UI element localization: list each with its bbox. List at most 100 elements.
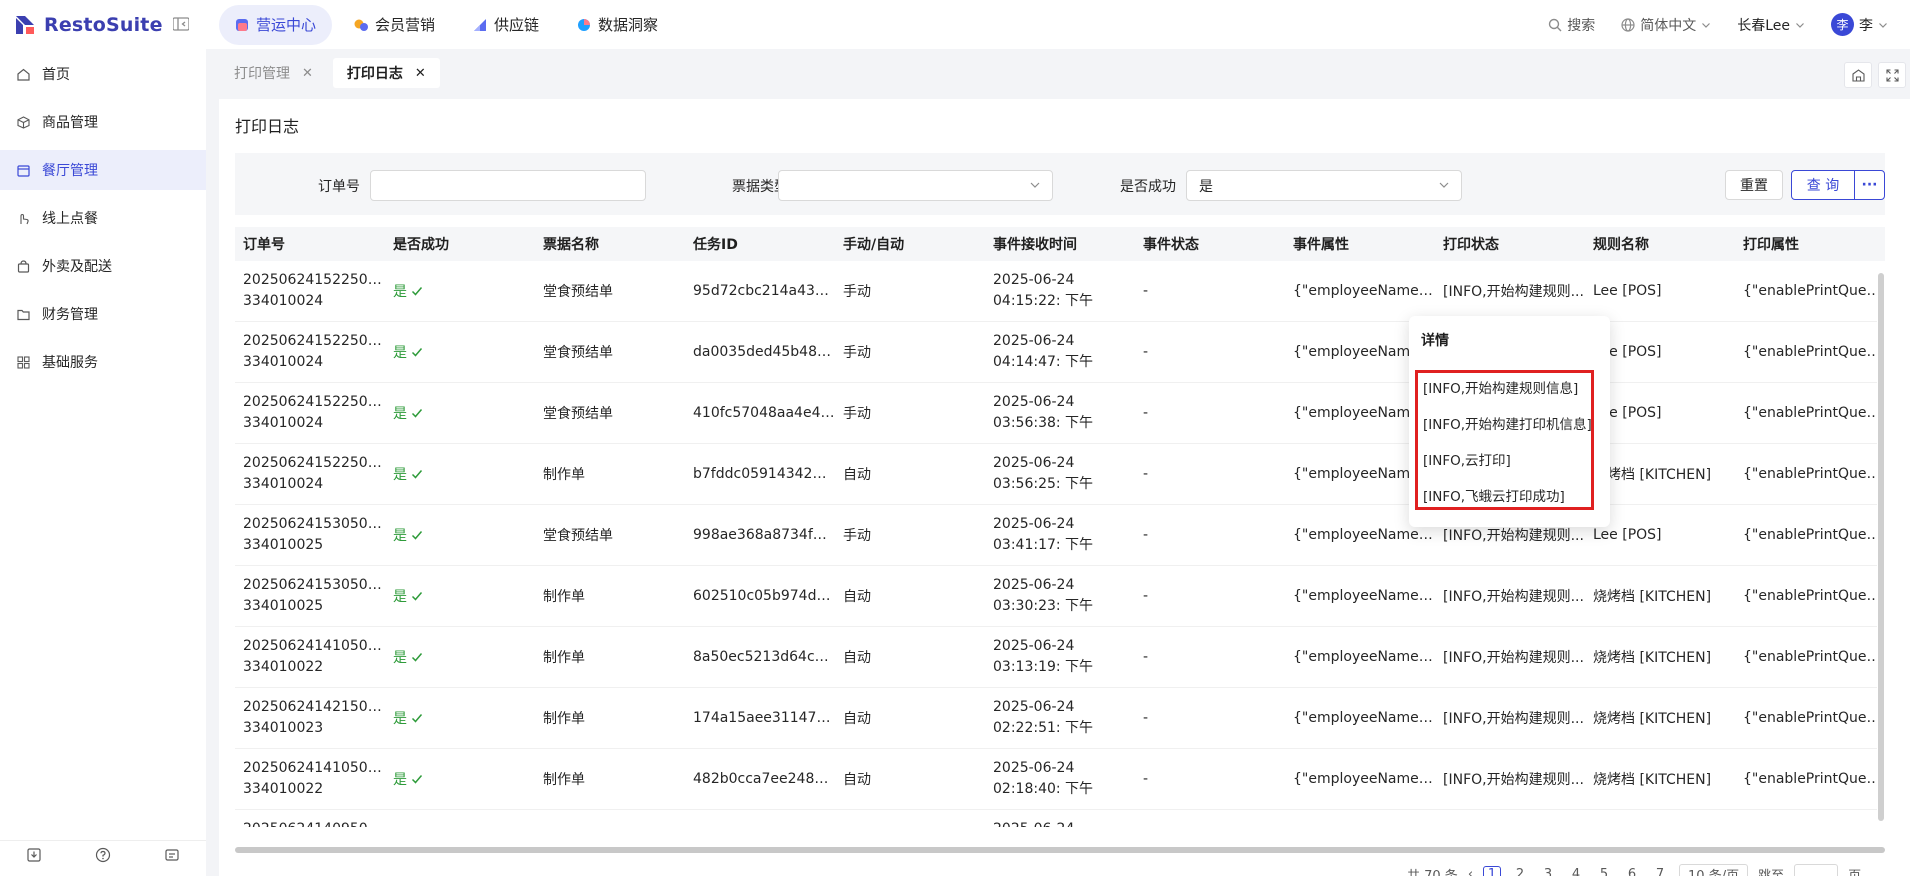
table-row[interactable]: 20250624141050576 334010022 是 制作单 482b0cca7… [235, 749, 1885, 810]
brand-name: RestoSuite [44, 13, 163, 36]
table-cell[interactable]: [INFO,开始构建规则... [1435, 586, 1585, 606]
success-text: 是 [393, 528, 407, 544]
table-cell: 是 [385, 769, 535, 789]
more-button[interactable]: ··· [1854, 170, 1885, 200]
member-icon [354, 19, 369, 31]
table-row[interactable]: 20250624141050576 334010022 是 制作单 8a50ec521… [235, 627, 1885, 688]
page-number[interactable]: 6 [1623, 867, 1641, 876]
popover-line: [INFO,飞蛾云打印成功] [1423, 489, 1565, 505]
menu-collapse-icon[interactable] [173, 17, 189, 31]
table-cell: 2025-06-24 03:30:23: 下午 [993, 577, 1094, 614]
close-icon[interactable]: ✕ [415, 66, 426, 81]
tab-label: 打印日志 [346, 66, 403, 82]
table-cell: 手动 [843, 406, 871, 422]
check-icon [411, 287, 423, 296]
table-cell[interactable]: [INFO,开始构建规则... [1435, 647, 1585, 667]
table-cell: - [1143, 771, 1149, 787]
table-cell: 20250624152250576 334010024 [243, 272, 385, 309]
page-number[interactable]: 2 [1511, 867, 1529, 876]
page-number[interactable]: 5 [1595, 867, 1613, 876]
table-cell: 2025-06-24 04:14:47: 下午 [993, 333, 1094, 370]
close-icon[interactable]: ✕ [302, 66, 313, 81]
table-cell: {"enablePrintQueue... [1743, 466, 1885, 482]
sidebar-item-finance[interactable]: 财务管理 [0, 294, 206, 334]
table-cell: - [1143, 649, 1149, 665]
table-cell[interactable]: [INFO,开始构建规则... [1435, 769, 1585, 789]
tab-tools [1844, 62, 1906, 88]
table-row[interactable]: 20250624152250576 334010024 是 堂食预结单 410fc57… [235, 383, 1885, 444]
table-cell[interactable]: [INFO,开始构建规则... [1435, 525, 1585, 545]
table-cell: 自动 [843, 772, 871, 788]
language-select[interactable]: 简体中文 [1621, 15, 1711, 35]
column-header: 打印状态 [1443, 237, 1499, 253]
horizontal-scrollbar[interactable] [235, 847, 1885, 853]
home-shortcut-button[interactable] [1844, 62, 1872, 88]
store-select[interactable]: 长春Lee [1737, 15, 1805, 35]
help-icon[interactable] [95, 847, 111, 863]
table-cell: {"employeeName":"... [1293, 588, 1435, 604]
check-icon [411, 653, 423, 662]
sidebar-item-online-order[interactable]: 线上点餐 [0, 198, 206, 238]
order-input[interactable] [370, 170, 646, 201]
table-cell[interactable]: [INFO,开始构建规则... [1435, 708, 1585, 728]
table-cell: - [1143, 710, 1149, 726]
sidebar-item-goods[interactable]: 商品管理 [0, 102, 206, 142]
sidebar-item-home[interactable]: 首页 [0, 54, 206, 94]
module-tab-member[interactable]: 会员营销 [338, 5, 451, 45]
table-row[interactable]: 20250624140950576 334010021是堂食客用结账单82b0f… [235, 810, 1885, 827]
ticket-type-select[interactable] [778, 170, 1053, 201]
table-cell: 自动 [843, 467, 871, 483]
page-size-select[interactable]: 10 条/页 [1679, 864, 1749, 876]
table-cell: 410fc57048aa4e449... [693, 405, 835, 421]
module-tab-data[interactable]: 数据洞察 [561, 5, 674, 45]
tab-print-management[interactable]: 打印管理 ✕ [220, 58, 327, 88]
query-button[interactable]: 查 询 [1791, 170, 1855, 200]
scrollbar-thumb[interactable] [1878, 273, 1884, 821]
message-icon[interactable] [164, 847, 180, 863]
table-cell: 是 [385, 525, 535, 545]
sidebar-item-delivery[interactable]: 外卖及配送 [0, 246, 206, 286]
success-text: 是 [393, 589, 407, 605]
table-row[interactable]: 20250624152250576 334010024 是 堂食预结单 95d72cb… [235, 261, 1885, 322]
fullscreen-icon [1885, 68, 1899, 82]
success-select[interactable]: 是 [1186, 170, 1462, 201]
table-cell: 制作单 [543, 650, 585, 666]
module-tab-supply[interactable]: 供应链 [457, 5, 555, 45]
check-icon [411, 348, 423, 357]
sidebar-item-restaurant[interactable]: 餐厅管理 [0, 150, 206, 190]
prev-page-icon[interactable]: ‹ [1468, 867, 1473, 876]
table-cell: {"enablePrintQueue... [1743, 527, 1885, 543]
table-cell: {"enablePrintQueue... [1743, 649, 1885, 665]
jump-input[interactable] [1794, 864, 1839, 876]
table-row[interactable]: 20250624142150576 334010023 是 制作单 174a15aee… [235, 688, 1885, 749]
module-tab-ops[interactable]: 营运中心 [219, 4, 333, 45]
sidebar-item-basic[interactable]: 基础服务 [0, 342, 206, 382]
tab-print-log[interactable]: 打印日志 ✕ [332, 58, 440, 88]
page-number[interactable]: 4 [1567, 867, 1585, 876]
table-row[interactable]: 20250624153050576 334010025 是 制作单 602510c05… [235, 566, 1885, 627]
sidebar-item-label: 外卖及配送 [42, 259, 112, 275]
download-icon[interactable] [26, 847, 42, 863]
table-cell: Lee [POS] [1593, 283, 1662, 299]
table-cell: 是 [385, 403, 535, 423]
table-cell[interactable]: [INFO,开始构建规则... [1435, 281, 1585, 301]
page-number[interactable]: 1 [1483, 865, 1502, 876]
table-row[interactable]: 20250624152250576 334010024 是 堂食预结单 da0035d… [235, 322, 1885, 383]
vertical-scrollbar[interactable] [1877, 261, 1885, 827]
store-icon [1851, 68, 1865, 82]
table-row[interactable]: 20250624152250576 334010024 是 制作单 b7fddc059… [235, 444, 1885, 505]
store-label: 长春Lee [1737, 17, 1790, 34]
page-number[interactable]: 3 [1539, 867, 1557, 876]
fullscreen-button[interactable] [1878, 62, 1906, 88]
user-menu[interactable]: 李 李 [1831, 13, 1888, 36]
page-number[interactable]: 7 [1651, 867, 1669, 876]
search-button[interactable]: 搜索 [1548, 15, 1595, 35]
success-text: 是 [393, 772, 407, 788]
supply-icon [474, 18, 487, 31]
language-label: 简体中文 [1640, 17, 1697, 34]
highlight-box: [INFO,开始构建规则信息] [INFO,开始构建打印机信息] [INFO,云… [1415, 370, 1594, 510]
reset-button[interactable]: 重置 [1725, 170, 1783, 200]
table-row[interactable]: 20250624153050576 334010025 是 堂食预结单 998ae36… [235, 505, 1885, 566]
table-cell: 602510c05b974d1b... [693, 588, 835, 604]
table-cell: 95d72cbc214a4390... [693, 283, 835, 299]
